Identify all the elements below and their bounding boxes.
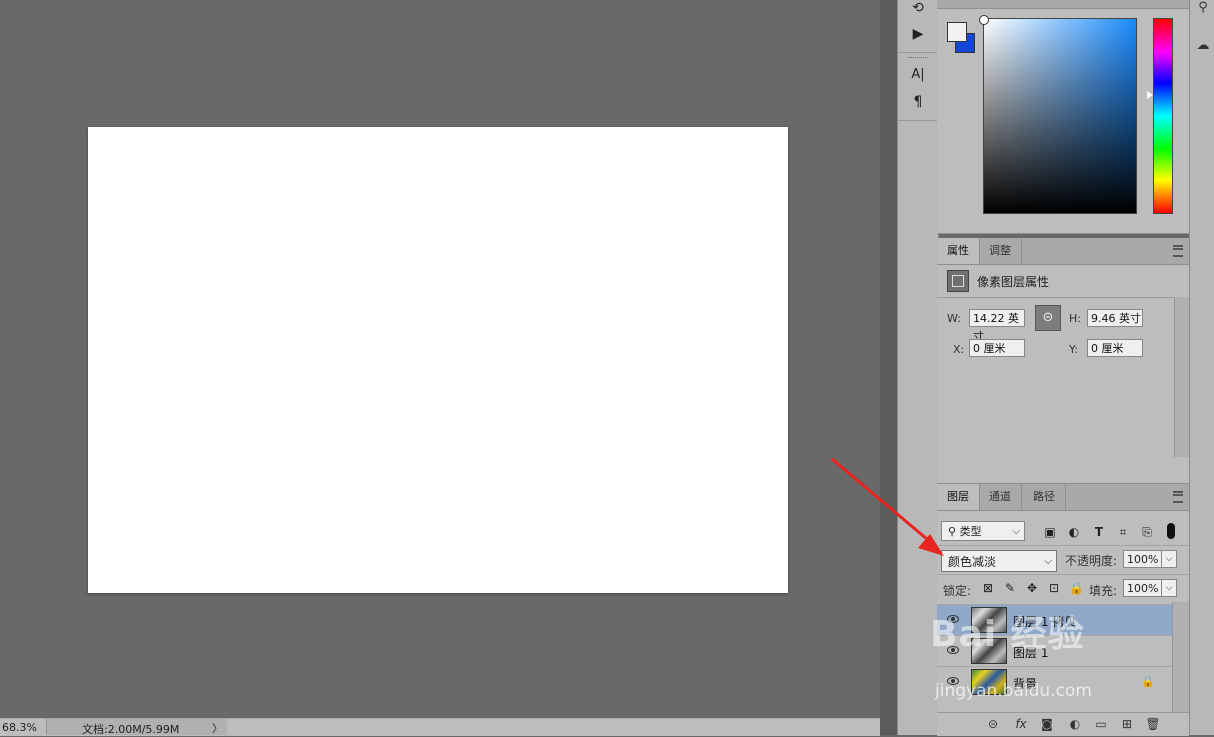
brush-icon[interactable]: ⚲ <box>1195 0 1211 16</box>
filter-smart-object-icon[interactable]: ⎘ <box>1140 525 1154 539</box>
kind-filter-value: 类型 <box>959 525 982 538</box>
filter-adjustment-icon[interactable]: ◐ <box>1067 525 1081 539</box>
hue-slider[interactable] <box>1147 18 1173 214</box>
lock-move-icon[interactable]: ✥ <box>1025 581 1039 595</box>
filter-type-icon[interactable]: T <box>1092 525 1106 539</box>
baidu-watermark: Bai 经验 <box>930 614 1085 655</box>
tab-paths[interactable]: 路径 <box>1023 484 1066 510</box>
width-field[interactable]: 14.22 英寸 <box>969 309 1025 343</box>
layer-filter-row: ⚲ 类型 ⌵ ▣ ◐ T ⌗ ⎘ <box>937 517 1189 545</box>
play-icon[interactable]: ▶ <box>910 26 926 42</box>
mask-icon[interactable]: ◙ <box>1039 717 1055 731</box>
chevron-down-icon: ⌵ <box>1044 556 1052 567</box>
lock-paint-icon[interactable]: ✎ <box>1003 581 1017 595</box>
libraries-icon[interactable]: ☁ <box>1195 38 1211 54</box>
properties-scrollbar[interactable] <box>1174 297 1189 457</box>
adjustment-icon[interactable]: ◐ <box>1067 717 1083 731</box>
fill-dropdown-icon[interactable]: ⌵ <box>1161 580 1176 596</box>
grip-handle[interactable] <box>908 57 928 60</box>
tab-layers[interactable]: 图层 <box>937 484 980 510</box>
panel-gutter <box>880 0 897 735</box>
opacity-label: 不透明度: <box>1065 554 1118 568</box>
opacity-value: 100% <box>1127 553 1159 566</box>
document-canvas[interactable] <box>88 127 788 593</box>
x-field[interactable]: 0 厘米 <box>969 339 1025 357</box>
zoom-level[interactable]: 68.3% <box>2 721 37 734</box>
color-panel-tabbar <box>937 0 1189 9</box>
blend-mode-select[interactable]: 颜色减淡 ⌵ <box>941 550 1057 572</box>
character-icon[interactable]: A| <box>910 67 926 83</box>
link-dimensions-button[interactable]: ⊝ <box>1035 305 1061 331</box>
tab-channels[interactable]: 通道 <box>979 484 1022 510</box>
width-label: W: <box>947 312 961 325</box>
tab-properties[interactable]: 属性 <box>937 238 980 264</box>
height-field[interactable]: 9.46 英寸 <box>1087 309 1143 327</box>
lock-all-icon[interactable]: 🔒 <box>1069 581 1084 595</box>
fill-field[interactable]: 100% ⌵ <box>1123 579 1177 597</box>
lock-transparent-icon[interactable]: ⊠ <box>981 581 995 595</box>
pixel-layer-icon <box>947 270 969 292</box>
lock-artboard-icon[interactable]: ⊡ <box>1047 581 1061 595</box>
status-arrow-icon[interactable]: 〉 <box>212 720 223 736</box>
folder-icon[interactable]: ▭ <box>1093 717 1109 731</box>
tool-group-2: A| ¶ <box>898 62 938 121</box>
panel-menu-icon[interactable] <box>1173 491 1183 503</box>
filter-toggle[interactable] <box>1167 523 1175 539</box>
blend-mode-value: 颜色减淡 <box>948 555 997 569</box>
properties-title: 像素图层属性 <box>977 275 1050 289</box>
color-field[interactable] <box>979 15 1137 214</box>
properties-panel: 属性 调整 像素图层属性 W: 14.22 英寸 ⊝ H: 9.46 英寸 X:… <box>937 238 1189 484</box>
right-panel-strip: ⚲ ☁ <box>1189 0 1214 735</box>
tab-adjustments[interactable]: 调整 <box>979 238 1022 264</box>
fill-value: 100% <box>1127 582 1159 595</box>
chevron-down-icon: ⌵ <box>1012 526 1020 537</box>
y-field[interactable]: 0 厘米 <box>1087 339 1143 357</box>
x-label: X: <box>953 343 965 356</box>
color-picker-marker[interactable] <box>979 15 989 25</box>
properties-tabbar: 属性 调整 <box>937 238 1189 265</box>
tool-group-1: ⟲ ▶ <box>898 0 938 53</box>
opacity-dropdown-icon[interactable]: ⌵ <box>1161 551 1176 567</box>
properties-header: 像素图层属性 <box>937 265 1189 298</box>
y-label: Y: <box>1069 343 1078 356</box>
lock-icon: 🔒 <box>1141 675 1155 688</box>
lock-label: 锁定: <box>943 584 972 598</box>
doc-info-box[interactable]: 文档:2.00M/5.99M 〉 <box>46 719 227 736</box>
paragraph-icon[interactable]: ¶ <box>910 94 926 110</box>
color-panel <box>937 0 1189 234</box>
lock-row: 锁定: ⊠ ✎ ✥ ⊡ 🔒 填充: 100% ⌵ <box>937 574 1189 603</box>
layers-footer: ⊝ fx ◙ ◐ ▭ ⊞ 🗑 <box>937 712 1189 736</box>
fx-icon[interactable]: fx <box>1013 717 1029 731</box>
fill-label: 填充: <box>1089 584 1118 598</box>
status-bar: 68.3% 文档:2.00M/5.99M 〉 <box>0 718 880 736</box>
history-icon[interactable]: ⟲ <box>910 0 926 16</box>
trash-icon[interactable]: 🗑 <box>1145 717 1161 731</box>
height-label: H: <box>1069 312 1081 325</box>
blend-row: 颜色减淡 ⌵ 不透明度: 100% ⌵ <box>937 545 1189 574</box>
layers-tabbar: 图层 通道 路径 <box>937 484 1189 511</box>
kind-filter-select[interactable]: ⚲ 类型 ⌵ <box>941 521 1025 541</box>
link-layers-icon[interactable]: ⊝ <box>985 717 1001 731</box>
filter-shape-icon[interactable]: ⌗ <box>1116 525 1130 539</box>
search-icon: ⚲ <box>948 525 957 538</box>
layers-scrollbar[interactable] <box>1172 602 1189 712</box>
filter-pixel-icon[interactable]: ▣ <box>1043 525 1057 539</box>
hue-slider-handle[interactable] <box>1147 91 1153 99</box>
panel-menu-icon[interactable] <box>1173 245 1183 257</box>
canvas-area[interactable] <box>0 0 880 718</box>
foreground-color-swatch[interactable] <box>947 22 967 42</box>
baidu-watermark-url: jingyan.baidu.com <box>935 681 1092 701</box>
new-layer-icon[interactable]: ⊞ <box>1119 717 1135 731</box>
opacity-field[interactable]: 100% ⌵ <box>1123 550 1177 568</box>
